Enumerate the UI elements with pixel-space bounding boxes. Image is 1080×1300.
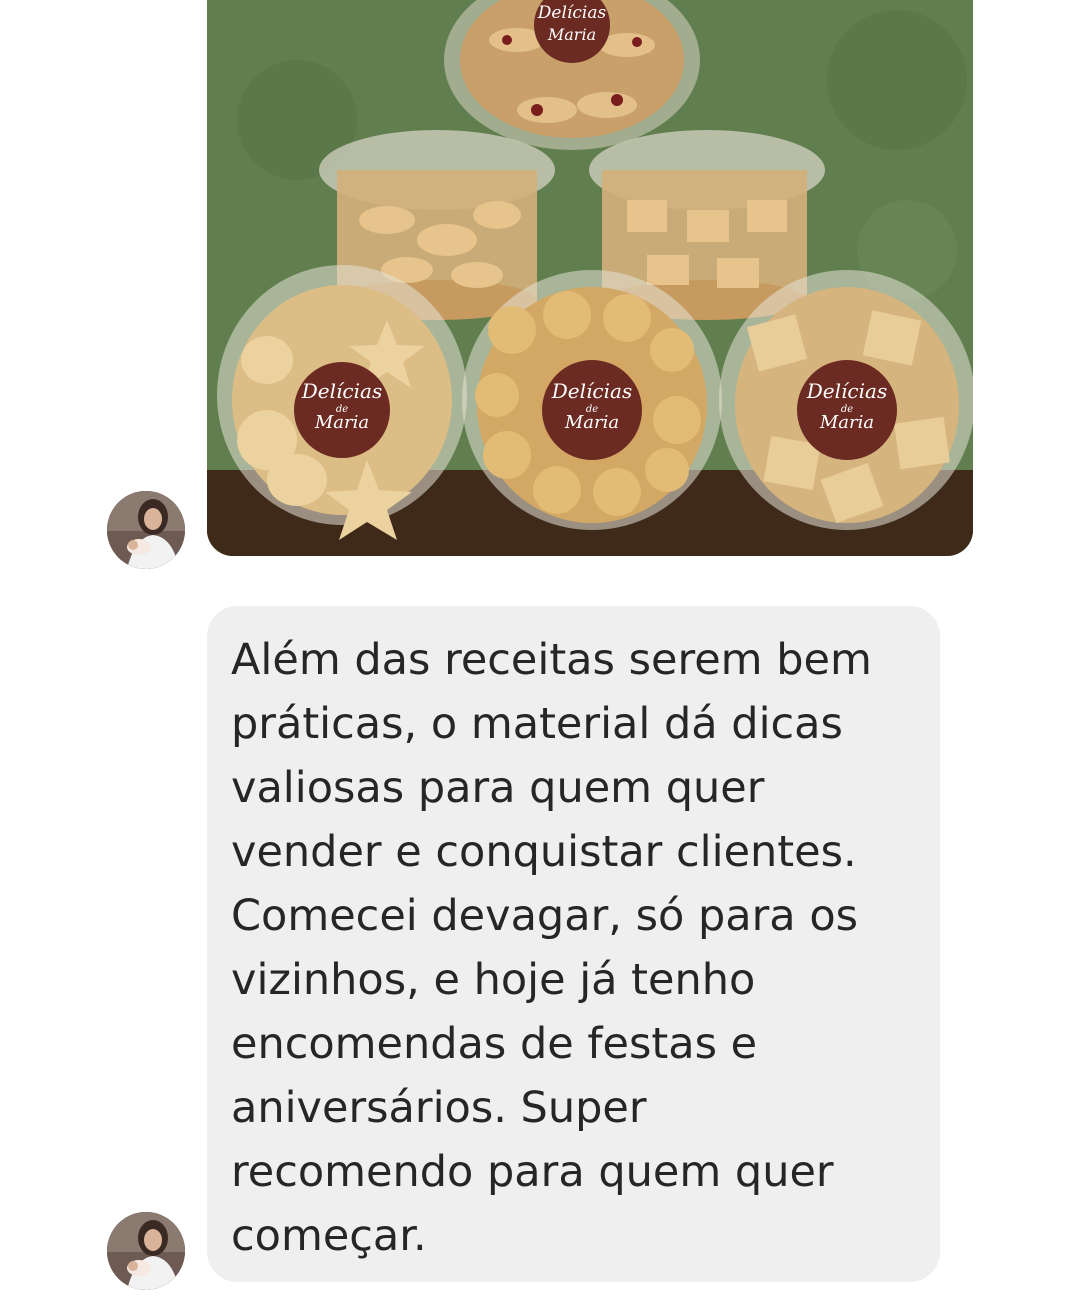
cookie-jars-photo: Delícias Maria Delícias de Maria Delícia… — [207, 0, 973, 556]
jar-label-text: Delícias — [537, 3, 607, 23]
svg-text:Maria: Maria — [819, 412, 874, 433]
svg-text:Delícias: Delícias — [551, 379, 632, 403]
jar-bottom-right: Delícias de Maria — [719, 270, 973, 530]
svg-text:Delícias: Delícias — [301, 379, 382, 403]
photo-message[interactable]: Delícias Maria Delícias de Maria Delícia… — [207, 0, 973, 556]
message-text: Além das receitas serem bem práticas, o … — [231, 635, 872, 1261]
svg-text:Maria: Maria — [314, 412, 369, 433]
avatar-image — [107, 491, 185, 569]
svg-text:Maria: Maria — [564, 412, 619, 433]
text-message-bubble[interactable]: Além das receitas serem bem práticas, o … — [207, 606, 940, 1282]
svg-text:Delícias: Delícias — [806, 379, 887, 403]
jar-bottom-middle: Delícias de Maria — [462, 270, 722, 530]
avatar-image — [107, 1212, 185, 1290]
sender-avatar[interactable] — [107, 1212, 185, 1290]
svg-text:Maria: Maria — [547, 25, 596, 44]
sender-avatar[interactable] — [107, 491, 185, 569]
